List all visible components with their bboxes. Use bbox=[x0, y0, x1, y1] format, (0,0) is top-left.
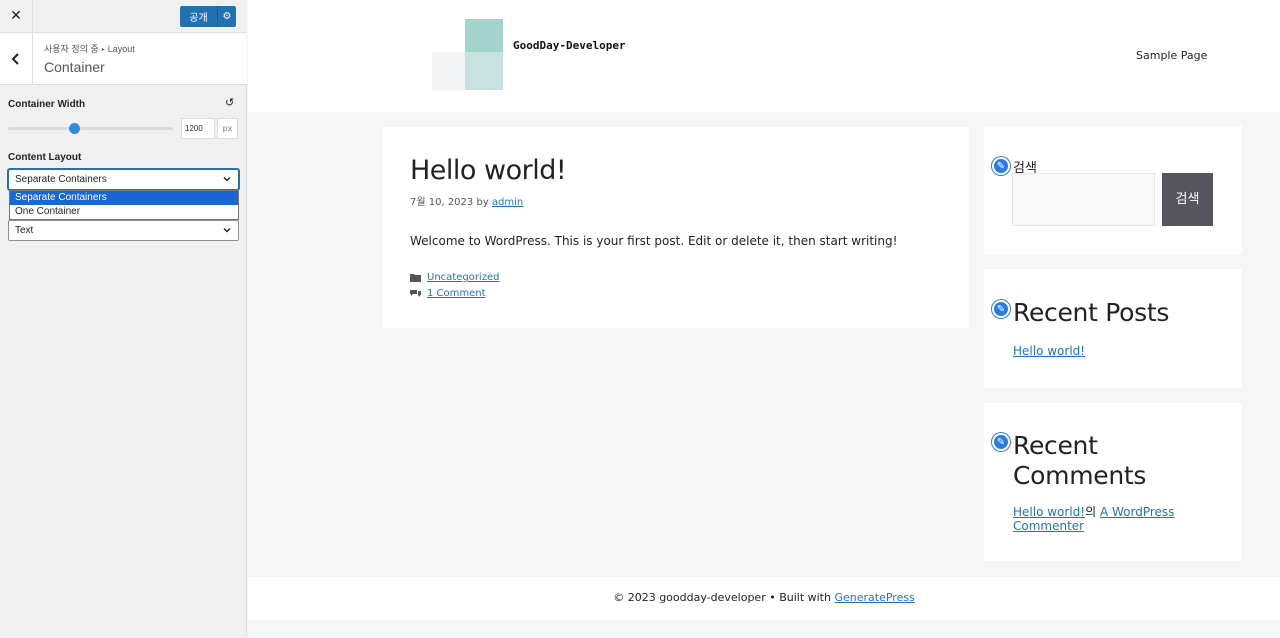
site-footer: © 2023 goodday-developer • Built with Ge… bbox=[248, 577, 1280, 620]
container-width-input[interactable] bbox=[181, 118, 215, 139]
slider-handle[interactable] bbox=[68, 123, 80, 134]
edit-pencil-icon[interactable]: ✎ bbox=[992, 433, 1010, 451]
post-category: Uncategorized bbox=[410, 272, 499, 283]
unit-label: px bbox=[217, 118, 238, 139]
content-layout-value: Separate Containers bbox=[15, 174, 107, 185]
post-card: Hello world! 7월 10, 2023 by admin Welcom… bbox=[382, 127, 969, 328]
post-meta: 7월 10, 2023 by admin bbox=[410, 193, 523, 208]
search-input[interactable] bbox=[1012, 173, 1155, 226]
category-link[interactable]: Uncategorized bbox=[427, 272, 499, 283]
chevron-down-icon bbox=[223, 228, 231, 233]
logo-block bbox=[465, 52, 503, 90]
breadcrumb-parent: Layout bbox=[107, 44, 135, 54]
customizer-header: ✕ 공개 ⚙ bbox=[0, 0, 247, 33]
comments-link[interactable]: 1 Comment bbox=[427, 288, 486, 299]
secondary-select[interactable]: Text bbox=[8, 220, 239, 241]
recent-posts-title: Recent Posts bbox=[1013, 298, 1170, 327]
post-by: by bbox=[476, 197, 489, 208]
site-preview: GoodDay-Developer Sample Page Hello worl… bbox=[248, 0, 1280, 638]
edit-pencil-icon[interactable]: ✎ bbox=[992, 300, 1010, 318]
nav-item-sample-page[interactable]: Sample Page bbox=[1136, 49, 1207, 62]
section-title: Container bbox=[44, 59, 105, 75]
breadcrumb-separator-icon: ▸ bbox=[101, 47, 105, 53]
publish-button[interactable]: 공개 bbox=[180, 6, 218, 27]
comments-icon bbox=[410, 289, 421, 299]
search-widget: ✎ 검색 검색 bbox=[984, 126, 1242, 254]
recent-posts-widget: ✎ Recent Posts Hello world! bbox=[984, 269, 1242, 388]
site-title[interactable]: GoodDay-Developer bbox=[513, 39, 626, 52]
recent-comment-entry: Hello world!의 A WordPress Commenter bbox=[1013, 505, 1203, 533]
footer-text: © 2023 goodday-developer • Built with Ge… bbox=[248, 591, 1280, 604]
post-date[interactable]: 7월 10, 2023 bbox=[410, 197, 473, 208]
gear-icon[interactable]: ⚙ bbox=[218, 6, 236, 27]
secondary-select-value: Text bbox=[15, 225, 34, 236]
chevron-down-icon bbox=[223, 177, 231, 182]
reset-icon[interactable]: ↺ bbox=[225, 97, 237, 109]
content-layout-select[interactable]: Separate Containers bbox=[8, 169, 239, 190]
edit-pencil-icon[interactable]: ✎ bbox=[992, 157, 1010, 175]
comment-post-link[interactable]: Hello world! bbox=[1013, 505, 1085, 519]
post-author-link[interactable]: admin bbox=[492, 197, 523, 208]
customizer-sidebar: ✕ 공개 ⚙ 사용자 정의 중 ▸ Layout Container Contain… bbox=[0, 0, 247, 638]
container-width-label: Container Width bbox=[8, 99, 86, 110]
breadcrumb-root: 사용자 정의 중 bbox=[44, 44, 99, 54]
search-button[interactable]: 검색 bbox=[1162, 173, 1213, 226]
footer-generatepress-link[interactable]: GeneratePress bbox=[834, 591, 914, 604]
site-header: GoodDay-Developer Sample Page bbox=[248, 0, 1280, 112]
recent-comments-title: Recent Comments bbox=[1013, 431, 1147, 490]
post-body: Welcome to WordPress. This is your first… bbox=[410, 234, 898, 248]
comment-joiner: 의 bbox=[1085, 505, 1097, 519]
back-icon[interactable] bbox=[0, 33, 33, 84]
dropdown-option-one[interactable]: One Container bbox=[10, 205, 238, 219]
logo-block bbox=[465, 19, 503, 52]
content-layout-dropdown: Separate Containers One Container bbox=[9, 190, 239, 220]
post-title[interactable]: Hello world! bbox=[410, 155, 567, 186]
post-comments: 1 Comment bbox=[410, 288, 486, 299]
folder-icon bbox=[410, 273, 421, 283]
recent-post-link[interactable]: Hello world! bbox=[1013, 344, 1085, 358]
section-header: 사용자 정의 중 ▸ Layout Container bbox=[0, 33, 247, 85]
site-logo[interactable] bbox=[432, 19, 503, 90]
dropdown-option-separate[interactable]: Separate Containers bbox=[10, 191, 238, 205]
content-layout-label: Content Layout bbox=[8, 152, 82, 163]
breadcrumb: 사용자 정의 중 ▸ Layout bbox=[44, 42, 135, 55]
close-icon[interactable]: ✕ bbox=[0, 0, 33, 32]
footer-copyright: © 2023 goodday-developer • Built with bbox=[613, 591, 831, 604]
container-width-slider[interactable] bbox=[8, 127, 173, 130]
recent-comments-widget: ✎ Recent Comments Hello world!의 A WordPr… bbox=[984, 403, 1242, 561]
logo-block bbox=[432, 52, 465, 90]
